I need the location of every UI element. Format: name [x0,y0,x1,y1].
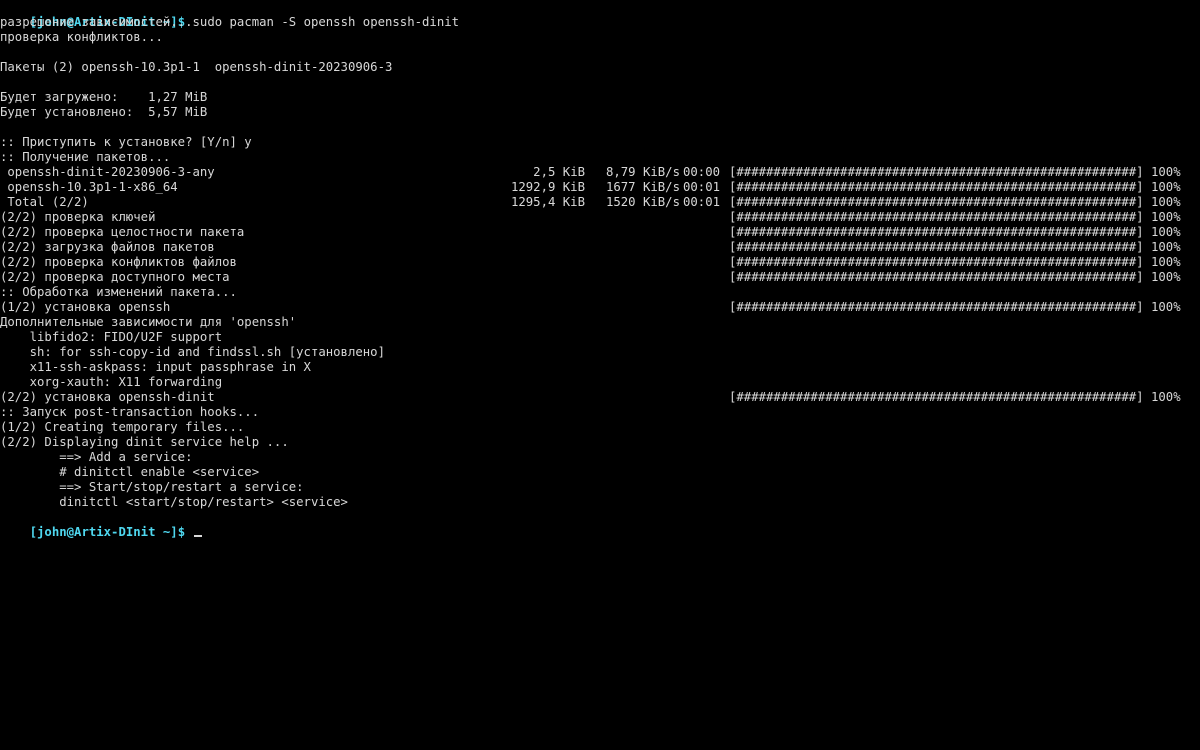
download-size: 2,5 KiB [533,165,585,179]
stage-row: (2/2) проверка целостности пакета [#####… [0,225,1200,240]
progress-bar: [#######################################… [729,390,1181,404]
output-line: x11-ssh-askpass: input passphrase in X [0,360,311,374]
output-line: разрешение зависимостей... [0,15,193,29]
output-line: # dinitctl enable <service> [0,465,260,479]
download-row: Total (2/2) 1295,4 KiB 1520 KiB/s 00:01 … [0,195,1200,210]
progress-bar: [#######################################… [729,225,1181,239]
shell-prompt: [john@Artix-DInit ~]$ [29,525,186,539]
output-line: :: Обработка изменений пакета... [0,285,237,299]
download-row: openssh-10.3p1-1-x86_64 1292,9 KiB 1677 … [0,180,1200,195]
output-line: dinitctl <start/stop/restart> <service> [0,495,348,509]
download-name: Total (2/2) [0,195,89,209]
progress-bar: [#######################################… [729,180,1181,194]
output-line: libfido2: FIDO/U2F support [0,330,223,344]
active-prompt-line[interactable]: [john@Artix-DInit ~]$ [0,510,202,539]
stage-label: (2/2) загрузка файлов пакетов [0,240,215,254]
progress-bar: [#######################################… [729,210,1181,224]
stage-label: (2/2) проверка доступного места [0,270,230,284]
command-line: [john@Artix-DInit ~]$ sudo pacman -S ope… [0,0,459,29]
download-time: 00:01 [683,180,721,194]
download-rate: 1677 KiB/s [605,180,680,194]
stage-label: (1/2) установка openssh [0,300,171,314]
stage-label: (2/2) проверка целостности пакета [0,225,245,239]
text-cursor[interactable] [193,535,202,537]
output-line: Дополнительные зависимости для 'openssh' [0,315,297,329]
output-line: Будет установлено: 5,57 MiB [0,105,208,119]
output-line: sh: for ssh-copy-id and findssl.sh [уста… [0,345,385,359]
download-size: 1292,9 KiB [510,180,585,194]
output-line: :: Приступить к установке? [Y/n] y [0,135,252,149]
output-line: :: Получение пакетов... [0,150,171,164]
download-row: openssh-dinit-20230906-3-any 2,5 KiB 8,7… [0,165,1200,180]
progress-bar: [#######################################… [729,195,1181,209]
download-name: openssh-dinit-20230906-3-any [0,165,215,179]
output-line: Будет загружено: 1,27 MiB [0,90,208,104]
output-line: :: Запуск post-transaction hooks... [0,405,260,419]
download-rate: 8,79 KiB/s [605,165,680,179]
output-line: (1/2) Creating temporary files... [0,420,245,434]
progress-bar: [#######################################… [729,165,1181,179]
stage-row: (2/2) загрузка файлов пакетов [#########… [0,240,1200,255]
output-line: Пакеты (2) openssh-10.3p1-1 openssh-dini… [0,60,393,74]
output-line: проверка конфликтов... [0,30,163,44]
stage-row: (2/2) установка openssh-dinit [#########… [0,390,1200,405]
progress-bar: [#######################################… [729,300,1181,314]
output-line: ==> Start/stop/restart a service: [0,480,304,494]
stage-row: (2/2) проверка конфликтов файлов [######… [0,255,1200,270]
download-time: 00:00 [683,165,721,179]
stage-row: (2/2) проверка доступного места [#######… [0,270,1200,285]
download-size: 1295,4 KiB [510,195,585,209]
command-text: sudo pacman -S openssh openssh-dinit [192,15,460,29]
progress-bar: [#######################################… [729,255,1181,269]
stage-label: (2/2) проверка конфликтов файлов [0,255,237,269]
download-time: 00:01 [683,195,721,209]
output-line: ==> Add a service: [0,450,193,464]
output-line: (2/2) Displaying dinit service help ... [0,435,289,449]
terminal-window[interactable]: [john@Artix-DInit ~]$ sudo pacman -S ope… [0,0,1200,750]
stage-row: (2/2) проверка ключей [#################… [0,210,1200,225]
progress-bar: [#######################################… [729,270,1181,284]
download-name: openssh-10.3p1-1-x86_64 [0,180,178,194]
stage-label: (2/2) установка openssh-dinit [0,390,215,404]
progress-bar: [#######################################… [729,240,1181,254]
output-line: xorg-xauth: X11 forwarding [0,375,223,389]
stage-row: (1/2) установка openssh [###############… [0,300,1200,315]
stage-label: (2/2) проверка ключей [0,210,156,224]
download-rate: 1520 KiB/s [605,195,680,209]
